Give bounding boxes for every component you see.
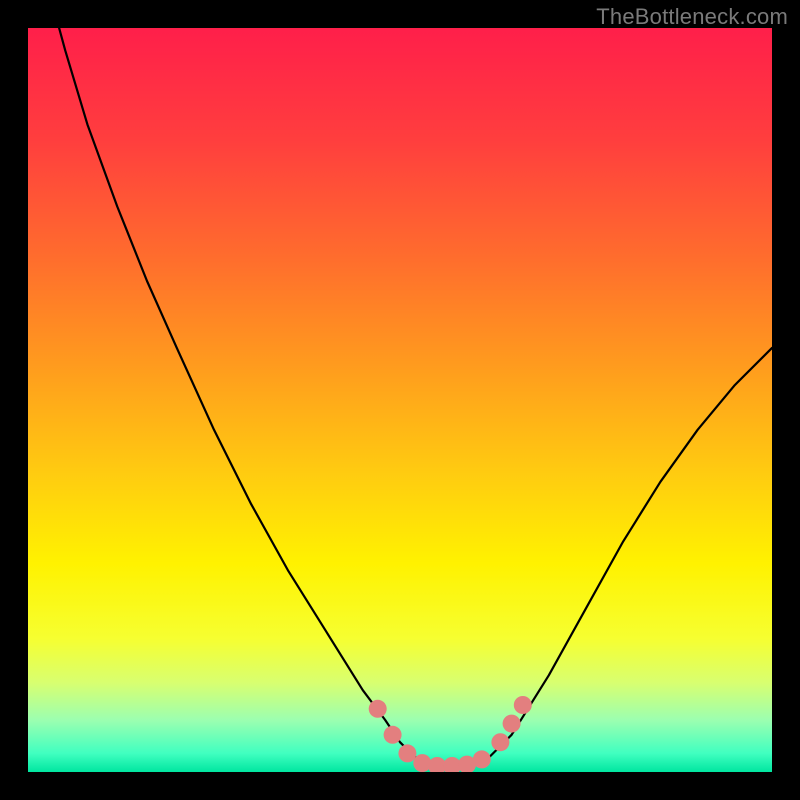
curve-marker (491, 733, 509, 751)
plot-area (28, 28, 772, 772)
gradient-background (28, 28, 772, 772)
curve-marker (369, 700, 387, 718)
curve-marker (398, 744, 416, 762)
curve-marker (413, 754, 431, 772)
curve-marker (473, 750, 491, 768)
curve-marker (384, 726, 402, 744)
curve-marker (503, 715, 521, 733)
watermark-text: TheBottleneck.com (596, 4, 788, 30)
bottleneck-chart (28, 28, 772, 772)
curve-marker (514, 696, 532, 714)
chart-frame: TheBottleneck.com (0, 0, 800, 800)
